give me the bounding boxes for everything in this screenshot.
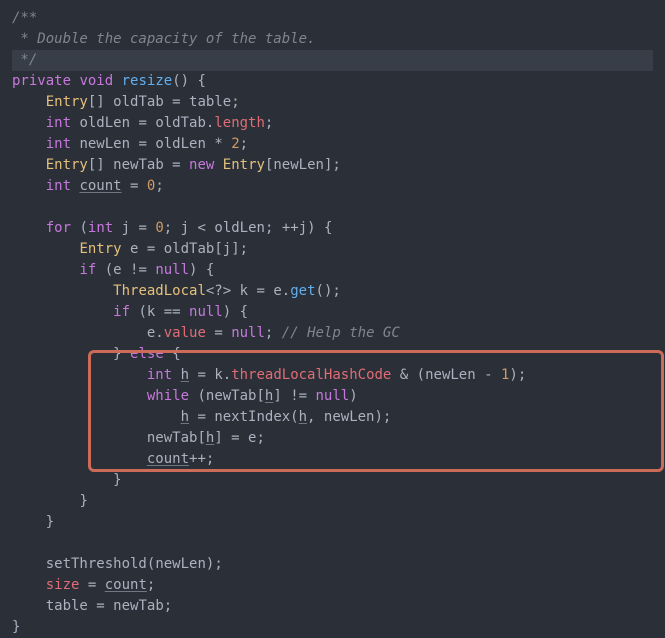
keyword-void: void	[79, 73, 113, 89]
var-newtab: newTab	[113, 157, 164, 173]
keyword-new: new	[189, 157, 214, 173]
number-literal: 2	[231, 136, 239, 152]
keyword-int: int	[46, 115, 71, 131]
method-resize: resize	[122, 73, 173, 89]
method-nextindex: nextIndex	[214, 409, 290, 425]
method-setthreshold: setThreshold	[46, 556, 147, 572]
field-table: table	[189, 94, 231, 110]
var-j: j	[122, 220, 130, 236]
field-size: size	[46, 577, 80, 593]
keyword-while: while	[147, 388, 189, 404]
var-count: count	[79, 178, 121, 194]
keyword-for: for	[46, 220, 71, 236]
comment: /**	[12, 10, 37, 26]
comment: // Help the GC	[282, 325, 400, 341]
type-threadlocal: ThreadLocal	[113, 283, 206, 299]
var-k: k	[240, 283, 248, 299]
var-newlen: newLen	[79, 136, 130, 152]
comment: * Double the capacity of the table.	[12, 31, 315, 47]
code-editor[interactable]: /** * Double the capacity of the table. …	[12, 8, 653, 638]
method-get: get	[290, 283, 315, 299]
field-value: value	[164, 325, 206, 341]
type-entry: Entry	[46, 94, 88, 110]
keyword-else: else	[130, 346, 164, 362]
field-tlhc: threadLocalHashCode	[231, 367, 391, 383]
keyword-null: null	[155, 262, 189, 278]
var-h: h	[181, 367, 189, 383]
field-length: length	[214, 115, 265, 131]
keyword-private: private	[12, 73, 71, 89]
var-oldlen: oldLen	[79, 115, 130, 131]
keyword-if: if	[79, 262, 96, 278]
var-oldtab: oldTab	[113, 94, 164, 110]
comment: */	[12, 52, 37, 68]
